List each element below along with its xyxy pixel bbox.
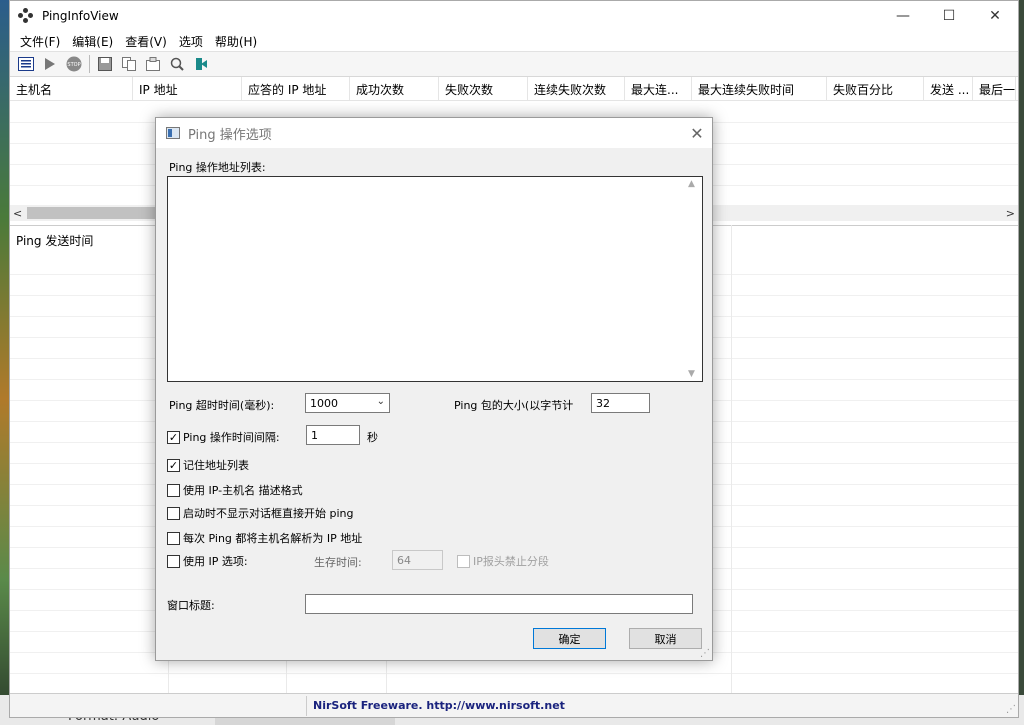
save-icon[interactable] (95, 54, 115, 74)
dialog-resize-grip-icon[interactable]: ⋰ (700, 648, 710, 659)
column-failed-percent[interactable]: 失败百分比 (827, 77, 924, 100)
column-hostname[interactable]: 主机名 (10, 77, 133, 100)
column-max-consecutive[interactable]: 最大连... (625, 77, 692, 100)
title-bar: PingInfoView — ☐ ✕ (10, 1, 1018, 31)
exit-icon[interactable] (191, 54, 211, 74)
column-ip-address[interactable]: IP 地址 (133, 77, 242, 100)
minimize-button[interactable]: — (880, 1, 926, 31)
ip-host-format-checkbox[interactable]: 使用 IP-主机名 描述格式 (167, 482, 303, 498)
scroll-left-icon[interactable]: < (13, 207, 22, 220)
address-list-scrollbar[interactable]: ▲ ▼ (685, 177, 702, 381)
menu-file[interactable]: 文件(F) (14, 33, 66, 50)
timeout-value: 1000 (310, 397, 338, 410)
desktop-background (0, 0, 9, 725)
toolbar-separator (89, 55, 90, 73)
packet-size-label: Ping 包的大小(以字节计 (454, 399, 574, 412)
column-failed-count[interactable]: 失败次数 (439, 77, 528, 100)
menu-bar: 文件(F) 编辑(E) 查看(V) 选项 帮助(H) (10, 31, 1018, 51)
menu-options[interactable]: 选项 (173, 33, 209, 50)
timeout-label: Ping 超时时间(毫秒): (169, 399, 275, 412)
use-ip-options-checkbox[interactable]: 使用 IP 选项: (167, 553, 248, 569)
dont-fragment-checkbox[interactable]: IP报头禁止分段 (457, 553, 549, 569)
dialog-close-icon[interactable]: ✕ (682, 118, 712, 148)
copy-icon[interactable] (119, 54, 139, 74)
scroll-up-icon: ▲ (688, 179, 695, 189)
interval-unit: 秒 (367, 431, 378, 444)
remember-list-checkbox[interactable]: ✓ 记住地址列表 (167, 457, 249, 473)
menu-view[interactable]: 查看(V) (119, 33, 173, 50)
ttl-input[interactable]: 64 (392, 550, 443, 570)
window-title: PingInfoView (42, 9, 119, 23)
stop-icon[interactable]: STOP (64, 54, 84, 74)
packet-size-input[interactable]: 32 (591, 393, 650, 413)
scroll-down-icon: ▼ (688, 369, 695, 379)
window-title-label: 窗口标题: (167, 599, 215, 612)
list-header: 主机名 IP 地址 应答的 IP 地址 成功次数 失败次数 连续失败次数 最大连… (10, 77, 1018, 101)
resolve-each-label: 每次 Ping 都将主机名解析为 IP 地址 (183, 532, 363, 545)
ip-host-format-label: 使用 IP-主机名 描述格式 (183, 484, 303, 497)
column-max-consecutive-failed-time[interactable]: 最大连续失败时间 (692, 77, 827, 100)
dont-fragment-label: IP报头禁止分段 (473, 555, 549, 568)
play-icon[interactable] (40, 54, 60, 74)
list-icon[interactable] (16, 54, 36, 74)
window-title-input[interactable] (305, 594, 693, 614)
column-sent[interactable]: 发送 ... (924, 77, 973, 100)
dialog-icon (166, 127, 180, 139)
status-bar: NirSoft Freeware. http://www.nirsoft.net… (10, 693, 1018, 717)
scroll-thumb[interactable] (27, 207, 167, 219)
menu-edit[interactable]: 编辑(E) (66, 33, 119, 50)
properties-icon[interactable] (143, 54, 163, 74)
address-list-label: Ping 操作地址列表: (169, 161, 266, 174)
start-without-dialog-checkbox[interactable]: 启动时不显示对话框直接开始 ping (167, 505, 354, 521)
ping-options-dialog: Ping 操作选项 ✕ Ping 操作地址列表: ▲ ▼ Ping 超时时间(毫… (155, 117, 713, 661)
column-last[interactable]: 最后一次 (973, 77, 1016, 100)
scroll-right-icon[interactable]: > (1006, 207, 1015, 220)
status-link[interactable]: NirSoft Freeware. http://www.nirsoft.net (313, 699, 565, 712)
cancel-button[interactable]: 取消 (629, 628, 702, 649)
interval-check-icon: ✓ (167, 430, 180, 444)
timeout-combo[interactable]: 1000 ⌄ (305, 393, 390, 413)
menu-help[interactable]: 帮助(H) (209, 33, 263, 50)
resize-grip-icon[interactable]: ⋰ (1006, 704, 1016, 715)
close-button[interactable]: ✕ (972, 1, 1018, 31)
interval-input[interactable]: 1 (306, 425, 360, 445)
column-reply-ip[interactable]: 应答的 IP 地址 (242, 77, 350, 100)
use-ip-options-label: 使用 IP 选项: (183, 555, 248, 568)
ttl-label: 生存时间: (314, 556, 362, 569)
maximize-button[interactable]: ☐ (926, 1, 972, 31)
interval-checkbox[interactable]: ✓ Ping 操作时间间隔: (167, 429, 280, 445)
remember-list-check-icon: ✓ (167, 458, 180, 472)
resolve-each-checkbox[interactable]: 每次 Ping 都将主机名解析为 IP 地址 (167, 530, 362, 546)
remember-list-label: 记住地址列表 (183, 459, 249, 472)
address-list-textarea[interactable]: ▲ ▼ (167, 176, 703, 382)
dialog-title: Ping 操作选项 (188, 127, 272, 143)
app-icon (18, 8, 34, 24)
column-succeed-count[interactable]: 成功次数 (350, 77, 439, 100)
interval-label: Ping 操作时间间隔: (183, 431, 280, 444)
svg-text:STOP: STOP (67, 62, 80, 68)
dialog-title-bar: Ping 操作选项 ✕ (156, 118, 712, 148)
chevron-down-icon[interactable]: ⌄ (377, 396, 385, 407)
toolbar: STOP (10, 51, 1018, 77)
find-icon[interactable] (167, 54, 187, 74)
start-without-dialog-label: 启动时不显示对话框直接开始 ping (183, 507, 354, 520)
ok-button[interactable]: 确定 (533, 628, 606, 649)
column-consecutive-failed[interactable]: 连续失败次数 (528, 77, 625, 100)
